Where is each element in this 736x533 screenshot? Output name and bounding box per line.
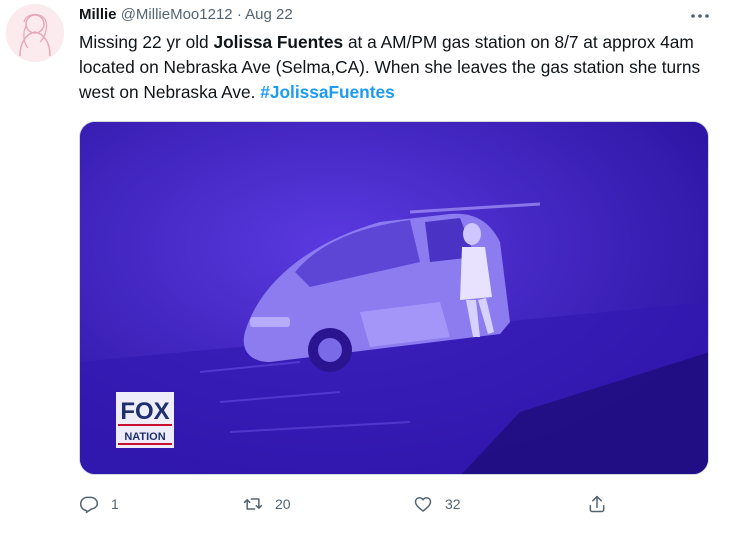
user-handle[interactable]: @MillieMoo1212 <box>121 6 233 23</box>
fox-nation-logo: FOX NATION <box>116 392 174 448</box>
tweet-card[interactable]: Millie @MillieMoo1212 · Aug 22 Missing 2… <box>0 0 736 533</box>
separator-dot: · <box>236 6 242 23</box>
action-bar: 1 20 32 <box>79 492 639 516</box>
tweet-text-part: Missing 22 yr old <box>79 32 214 52</box>
missing-person-name: Jolissa Fuentes <box>213 32 344 52</box>
avatar[interactable] <box>6 4 64 62</box>
retweet-icon <box>243 498 263 510</box>
reply-icon <box>79 496 99 514</box>
video-thumbnail[interactable]: FOX NATION <box>79 121 709 475</box>
tweet-header: Millie @MillieMoo1212 · Aug 22 <box>79 6 293 26</box>
share-icon <box>589 495 605 513</box>
tweet-date[interactable]: Aug 22 <box>245 6 293 23</box>
tweet-text: Missing 22 yr old Jolissa Fuentes at a A… <box>79 30 719 105</box>
logo-fox-text: FOX <box>120 398 169 425</box>
hashtag-link[interactable]: #JolissaFuentes <box>260 82 394 102</box>
reply-count: 1 <box>111 496 119 512</box>
like-icon <box>414 497 432 512</box>
surveillance-frame: FOX NATION <box>80 122 708 474</box>
retweet-button[interactable]: 20 <box>243 492 291 516</box>
reply-button[interactable]: 1 <box>79 492 119 516</box>
avatar-drawing-icon <box>6 4 64 62</box>
user-name[interactable]: Millie <box>79 6 117 23</box>
share-button[interactable] <box>587 492 619 516</box>
like-count: 32 <box>445 496 461 512</box>
like-button[interactable]: 32 <box>413 492 461 516</box>
retweet-count: 20 <box>275 496 291 512</box>
more-icon[interactable] <box>686 6 714 26</box>
logo-nation-text: NATION <box>124 431 165 443</box>
